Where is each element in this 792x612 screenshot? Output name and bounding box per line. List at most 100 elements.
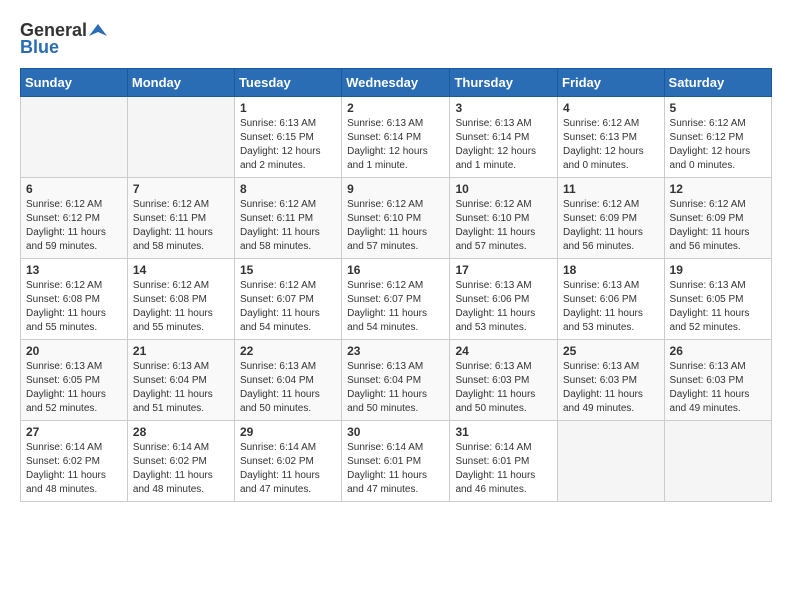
calendar-cell: 20 Sunrise: 6:13 AMSunset: 6:05 PMDayligh… (21, 340, 128, 421)
day-number: 4 (563, 101, 659, 115)
calendar-cell: 4 Sunrise: 6:12 AMSunset: 6:13 PMDaylight… (558, 97, 665, 178)
day-info: Sunrise: 6:12 AMSunset: 6:10 PMDaylight:… (347, 198, 444, 254)
day-number: 30 (347, 425, 444, 439)
weekday-header-friday: Friday (558, 69, 665, 97)
day-number: 6 (26, 182, 122, 196)
day-number: 24 (455, 344, 552, 358)
day-info: Sunrise: 6:12 AMSunset: 6:07 PMDaylight:… (240, 279, 336, 335)
day-number: 31 (455, 425, 552, 439)
calendar-cell: 1 Sunrise: 6:13 AMSunset: 6:15 PMDaylight… (234, 97, 341, 178)
day-info: Sunrise: 6:13 AMSunset: 6:06 PMDaylight:… (563, 279, 659, 335)
day-info: Sunrise: 6:12 AMSunset: 6:07 PMDaylight:… (347, 279, 444, 335)
weekday-header-monday: Monday (127, 69, 234, 97)
calendar-cell (127, 97, 234, 178)
calendar-cell: 15 Sunrise: 6:12 AMSunset: 6:07 PMDayligh… (234, 259, 341, 340)
day-number: 7 (133, 182, 229, 196)
day-info: Sunrise: 6:12 AMSunset: 6:08 PMDaylight:… (133, 279, 229, 335)
day-number: 14 (133, 263, 229, 277)
day-info: Sunrise: 6:12 AMSunset: 6:08 PMDaylight:… (26, 279, 122, 335)
calendar-cell: 30 Sunrise: 6:14 AMSunset: 6:01 PMDayligh… (342, 421, 450, 502)
day-info: Sunrise: 6:12 AMSunset: 6:12 PMDaylight:… (670, 117, 766, 173)
day-info: Sunrise: 6:14 AMSunset: 6:02 PMDaylight:… (240, 441, 336, 497)
calendar-cell: 21 Sunrise: 6:13 AMSunset: 6:04 PMDayligh… (127, 340, 234, 421)
day-info: Sunrise: 6:13 AMSunset: 6:06 PMDaylight:… (455, 279, 552, 335)
day-info: Sunrise: 6:13 AMSunset: 6:03 PMDaylight:… (455, 360, 552, 416)
day-info: Sunrise: 6:13 AMSunset: 6:04 PMDaylight:… (240, 360, 336, 416)
day-info: Sunrise: 6:13 AMSunset: 6:03 PMDaylight:… (563, 360, 659, 416)
calendar-week-row: 20 Sunrise: 6:13 AMSunset: 6:05 PMDayligh… (21, 340, 772, 421)
day-info: Sunrise: 6:12 AMSunset: 6:11 PMDaylight:… (133, 198, 229, 254)
day-number: 20 (26, 344, 122, 358)
calendar-cell (558, 421, 665, 502)
weekday-header-thursday: Thursday (450, 69, 558, 97)
day-number: 16 (347, 263, 444, 277)
day-info: Sunrise: 6:12 AMSunset: 6:12 PMDaylight:… (26, 198, 122, 254)
day-info: Sunrise: 6:14 AMSunset: 6:01 PMDaylight:… (347, 441, 444, 497)
day-info: Sunrise: 6:12 AMSunset: 6:13 PMDaylight:… (563, 117, 659, 173)
day-number: 28 (133, 425, 229, 439)
day-number: 15 (240, 263, 336, 277)
day-number: 5 (670, 101, 766, 115)
calendar-cell: 16 Sunrise: 6:12 AMSunset: 6:07 PMDayligh… (342, 259, 450, 340)
day-number: 18 (563, 263, 659, 277)
day-number: 11 (563, 182, 659, 196)
calendar-cell: 11Sunrise: 6:12 AMSunset: 6:09 PMDayligh… (558, 178, 665, 259)
calendar-cell: 28 Sunrise: 6:14 AMSunset: 6:02 PMDayligh… (127, 421, 234, 502)
weekday-header-saturday: Saturday (664, 69, 771, 97)
calendar-cell: 14 Sunrise: 6:12 AMSunset: 6:08 PMDayligh… (127, 259, 234, 340)
calendar-table: SundayMondayTuesdayWednesdayThursdayFrid… (20, 68, 772, 502)
calendar-cell: 19Sunrise: 6:13 AMSunset: 6:05 PMDayligh… (664, 259, 771, 340)
calendar-cell: 22 Sunrise: 6:13 AMSunset: 6:04 PMDayligh… (234, 340, 341, 421)
calendar-cell: 26 Sunrise: 6:13 AMSunset: 6:03 PMDayligh… (664, 340, 771, 421)
weekday-header-row: SundayMondayTuesdayWednesdayThursdayFrid… (21, 69, 772, 97)
weekday-header-tuesday: Tuesday (234, 69, 341, 97)
day-number: 13 (26, 263, 122, 277)
day-number: 25 (563, 344, 659, 358)
calendar-cell: 12 Sunrise: 6:12 AMSunset: 6:09 PMDayligh… (664, 178, 771, 259)
calendar-cell (21, 97, 128, 178)
calendar-cell: 29 Sunrise: 6:14 AMSunset: 6:02 PMDayligh… (234, 421, 341, 502)
calendar-cell: 9 Sunrise: 6:12 AMSunset: 6:10 PMDaylight… (342, 178, 450, 259)
day-info: Sunrise: 6:13 AMSunset: 6:04 PMDaylight:… (347, 360, 444, 416)
day-number: 8 (240, 182, 336, 196)
day-number: 17 (455, 263, 552, 277)
day-number: 29 (240, 425, 336, 439)
day-info: Sunrise: 6:12 AMSunset: 6:09 PMDaylight:… (670, 198, 766, 254)
day-number: 10 (455, 182, 552, 196)
day-number: 21 (133, 344, 229, 358)
day-number: 2 (347, 101, 444, 115)
day-info: Sunrise: 6:14 AMSunset: 6:02 PMDaylight:… (133, 441, 229, 497)
day-number: 23 (347, 344, 444, 358)
day-info: Sunrise: 6:13 AMSunset: 6:04 PMDaylight:… (133, 360, 229, 416)
calendar-week-row: 6 Sunrise: 6:12 AMSunset: 6:12 PMDaylight… (21, 178, 772, 259)
calendar-cell: 13 Sunrise: 6:12 AMSunset: 6:08 PMDayligh… (21, 259, 128, 340)
day-info: Sunrise: 6:13 AMSunset: 6:05 PMDaylight:… (26, 360, 122, 416)
day-info: Sunrise: 6:12 AMSunset: 6:11 PMDaylight:… (240, 198, 336, 254)
day-number: 1 (240, 101, 336, 115)
day-number: 12 (670, 182, 766, 196)
calendar-cell: 25 Sunrise: 6:13 AMSunset: 6:03 PMDayligh… (558, 340, 665, 421)
day-info: Sunrise: 6:13 AMSunset: 6:03 PMDaylight:… (670, 360, 766, 416)
calendar-cell: 23 Sunrise: 6:13 AMSunset: 6:04 PMDayligh… (342, 340, 450, 421)
calendar-week-row: 1 Sunrise: 6:13 AMSunset: 6:15 PMDaylight… (21, 97, 772, 178)
day-number: 9 (347, 182, 444, 196)
day-number: 26 (670, 344, 766, 358)
calendar-cell (664, 421, 771, 502)
calendar-cell: 2 Sunrise: 6:13 AMSunset: 6:14 PMDaylight… (342, 97, 450, 178)
calendar-cell: 10Sunrise: 6:12 AMSunset: 6:10 PMDayligh… (450, 178, 558, 259)
day-info: Sunrise: 6:13 AMSunset: 6:15 PMDaylight:… (240, 117, 336, 173)
calendar-week-row: 13 Sunrise: 6:12 AMSunset: 6:08 PMDayligh… (21, 259, 772, 340)
logo-blue-text: Blue (20, 37, 59, 58)
calendar-cell: 7 Sunrise: 6:12 AMSunset: 6:11 PMDaylight… (127, 178, 234, 259)
day-number: 19 (670, 263, 766, 277)
day-info: Sunrise: 6:13 AMSunset: 6:14 PMDaylight:… (347, 117, 444, 173)
calendar-cell: 27Sunrise: 6:14 AMSunset: 6:02 PMDayligh… (21, 421, 128, 502)
weekday-header-sunday: Sunday (21, 69, 128, 97)
calendar-cell: 24 Sunrise: 6:13 AMSunset: 6:03 PMDayligh… (450, 340, 558, 421)
day-info: Sunrise: 6:14 AMSunset: 6:02 PMDaylight:… (26, 441, 122, 497)
day-number: 22 (240, 344, 336, 358)
calendar-cell: 18 Sunrise: 6:13 AMSunset: 6:06 PMDayligh… (558, 259, 665, 340)
calendar-cell: 5 Sunrise: 6:12 AMSunset: 6:12 PMDaylight… (664, 97, 771, 178)
calendar-cell: 31Sunrise: 6:14 AMSunset: 6:01 PMDayligh… (450, 421, 558, 502)
calendar-week-row: 27Sunrise: 6:14 AMSunset: 6:02 PMDayligh… (21, 421, 772, 502)
